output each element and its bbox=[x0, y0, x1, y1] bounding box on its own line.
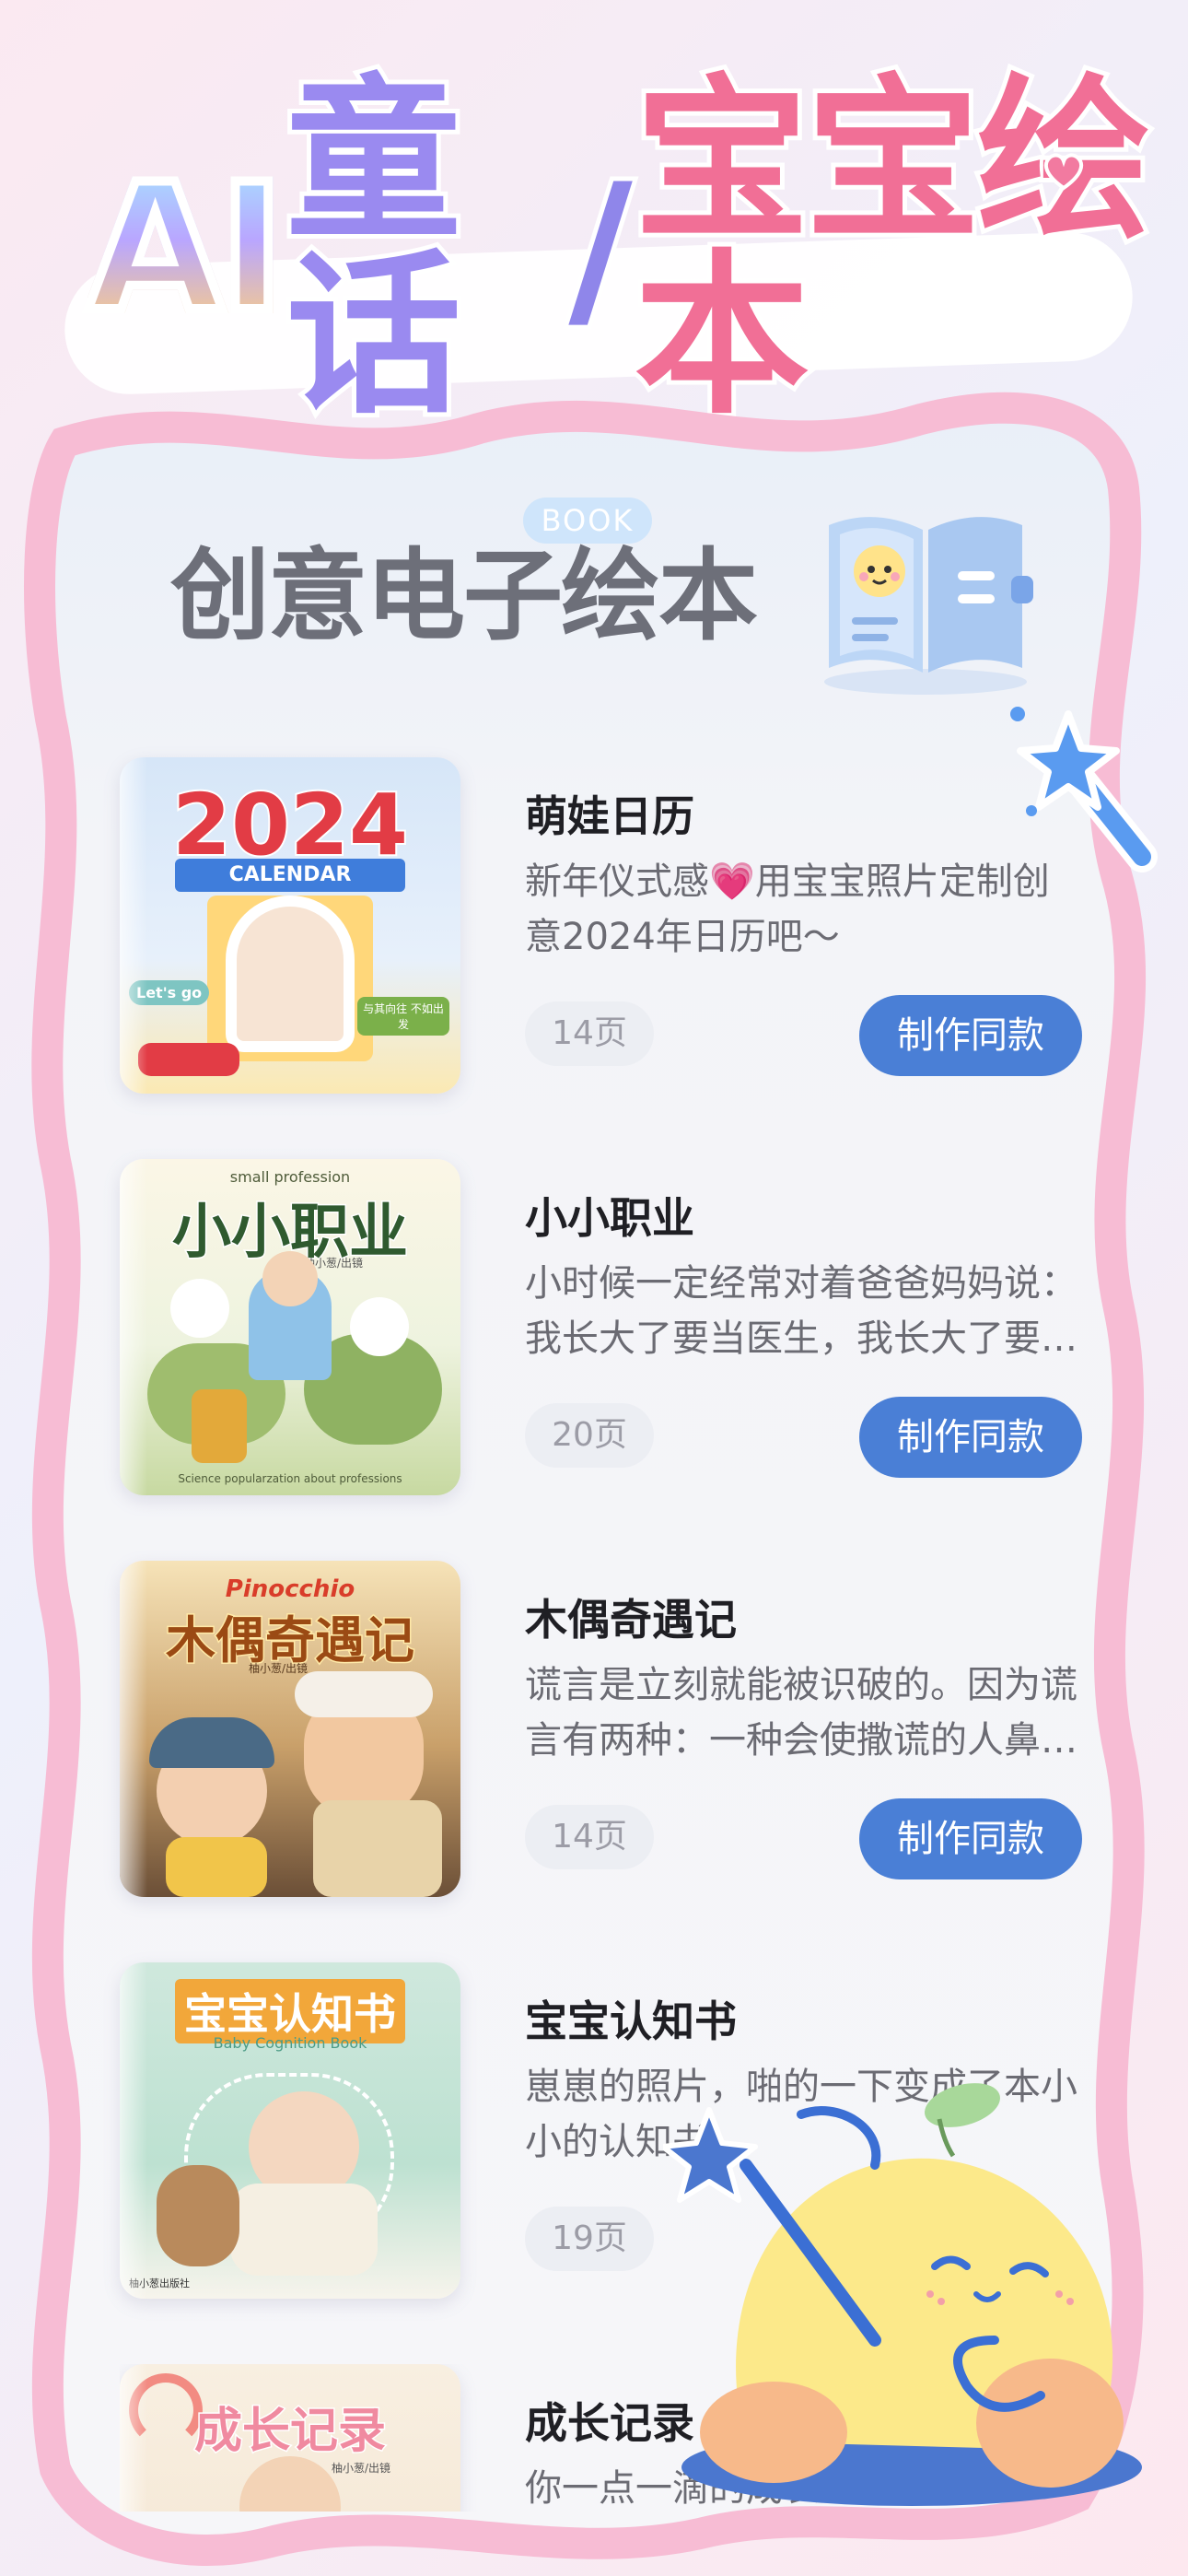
section-badge: BOOK bbox=[523, 498, 652, 544]
page-count-badge: 14页 bbox=[525, 1805, 654, 1869]
cover-tag-slogan: 与其向往 不如出发 bbox=[357, 997, 449, 1036]
old-man-hair bbox=[295, 1671, 433, 1717]
baby-photo bbox=[226, 896, 355, 1052]
book-card[interactable]: small profession 小小职业 柚小葱/出镜 Science pop… bbox=[120, 1159, 1087, 1500]
card-title: 小小职业 bbox=[525, 1193, 694, 1243]
backpack bbox=[192, 1389, 247, 1463]
heart-icon bbox=[1043, 153, 1084, 191]
card-description: 小时候一定经常对着爸爸妈妈说：我长大了要当医生，我长大了要当科学家… bbox=[525, 1262, 1077, 1360]
baby-body bbox=[166, 1837, 267, 1897]
open-book-icon bbox=[824, 517, 1033, 695]
hero-title-slash: / bbox=[564, 146, 636, 350]
page-count-badge: 20页 bbox=[525, 1403, 654, 1468]
book-cover[interactable]: Pinocchio 木偶奇遇记 柚小葱/出镜 bbox=[120, 1561, 460, 1897]
baby-face bbox=[239, 2456, 341, 2512]
book-card[interactable]: Pinocchio 木偶奇遇记 柚小葱/出镜 木偶奇遇记 谎言是立刻就能被识破的… bbox=[120, 1561, 1087, 1902]
toy-car bbox=[138, 1043, 239, 1076]
page-count-badge: 14页 bbox=[525, 1001, 654, 1066]
child-face bbox=[262, 1251, 318, 1306]
thought-bubble bbox=[170, 1279, 229, 1338]
section-title: 创意电子绘本 bbox=[170, 539, 758, 654]
page-count-badge: 19页 bbox=[525, 2207, 654, 2271]
hero-title-ai: AI bbox=[83, 146, 289, 350]
make-same-button[interactable]: 制作同款 bbox=[859, 1798, 1082, 1879]
book-cover[interactable]: 成长记录 柚小葱/出镜 bbox=[120, 2364, 460, 2512]
mascot-chick bbox=[663, 2083, 1142, 2506]
make-same-button[interactable]: 制作同款 bbox=[859, 995, 1082, 1076]
hero-title-tonghua: 童话 bbox=[282, 59, 466, 438]
old-man-body bbox=[313, 1800, 442, 1897]
book-cover[interactable]: 2024 CALENDAR Let's go 与其向往 不如出发 bbox=[120, 757, 460, 1094]
book-cover[interactable]: 宝宝认知书 Baby Cognition Book 柚小葱出版社 bbox=[120, 1962, 460, 2299]
card-description: 新年仪式感💗用宝宝照片定制创意2024年日历吧～ bbox=[525, 861, 1050, 958]
cover-calendar-label: CALENDAR bbox=[175, 859, 405, 892]
cover-author: 柚小葱/出镜 bbox=[249, 1662, 309, 1675]
card-title: 宝宝认知书 bbox=[525, 1996, 737, 2046]
baby-body bbox=[230, 2184, 378, 2276]
hero-title-baobao: 宝宝绘本 bbox=[630, 59, 1157, 438]
cover-subtitle: small profession bbox=[229, 1168, 351, 1186]
book-card[interactable]: 2024 CALENDAR Let's go 与其向往 不如出发 萌娃日历 新年… bbox=[120, 757, 1087, 1098]
thought-bubble bbox=[350, 1297, 409, 1356]
cover-bottom-text: Science popularzation about professions bbox=[178, 1472, 402, 1485]
make-same-button[interactable]: 制作同款 bbox=[859, 1397, 1082, 1478]
cover-subtitle: Baby Cognition Book bbox=[213, 2034, 367, 2052]
book-cover[interactable]: small profession 小小职业 柚小葱/出镜 Science pop… bbox=[120, 1159, 460, 1495]
card-title: 萌娃日历 bbox=[525, 791, 694, 841]
cover-author: 柚小葱/出镜 bbox=[332, 2462, 391, 2475]
baby-hat bbox=[149, 1717, 274, 1768]
cover-title: 成长记录 bbox=[192, 2403, 387, 2461]
hero-title: AI 童话 / 宝宝绘本 bbox=[83, 69, 1188, 428]
card-title: 木偶奇遇记 bbox=[525, 1595, 737, 1645]
card-description: 谎言是立刻就能被识破的。因为谎言有两种：一种会使撒谎的人鼻子变长… bbox=[525, 1664, 1077, 1762]
teddy-bear bbox=[157, 2165, 239, 2266]
